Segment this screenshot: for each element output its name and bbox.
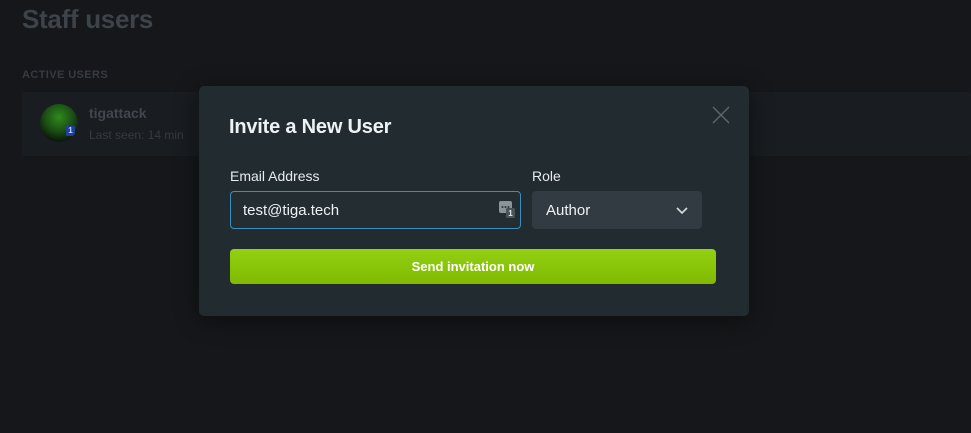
role-label: Role: [532, 168, 561, 184]
chevron-down-icon: [675, 204, 689, 216]
user-last-seen: Last seen: 14 min: [89, 128, 184, 142]
page-title: Staff users: [22, 4, 154, 34]
role-selected-value: Author: [546, 202, 591, 219]
staff-users-page: Staff users ACTIVE USERS 1 tigattack Las…: [0, 0, 971, 433]
modal-title: Invite a New User: [229, 116, 392, 138]
user-name: tigattack: [89, 105, 147, 121]
email-label: Email Address: [230, 168, 320, 184]
section-label-active-users: ACTIVE USERS: [22, 69, 109, 81]
password-manager-icon[interactable]: 1: [499, 200, 515, 218]
autofill-badge: 1: [508, 209, 513, 218]
close-icon[interactable]: [711, 105, 731, 125]
avatar: 1: [40, 104, 78, 142]
avatar-badge: 1: [66, 126, 75, 136]
send-invitation-button[interactable]: Send invitation now: [230, 249, 716, 284]
invite-user-modal: Invite a New User Email Address 1 Role A…: [199, 86, 749, 316]
email-field[interactable]: [230, 191, 521, 229]
role-select[interactable]: Author: [532, 191, 702, 229]
